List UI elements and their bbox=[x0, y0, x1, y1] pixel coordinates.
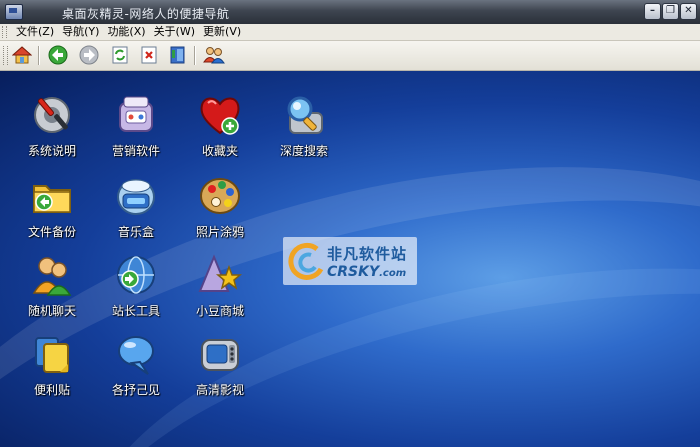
restore-button[interactable]: ❐ bbox=[662, 3, 679, 20]
watermark-logo: 非凡软件站 CRSKY.com bbox=[283, 237, 417, 285]
menu-grip-handle[interactable] bbox=[2, 26, 7, 38]
app-label: 高清影视 bbox=[195, 383, 244, 397]
app-photo-doodle[interactable]: 照片涂鸦 bbox=[177, 174, 263, 244]
close-button[interactable]: ✕ bbox=[680, 3, 697, 20]
app-label: 便利贴 bbox=[33, 383, 70, 397]
app-label: 收藏夹 bbox=[201, 144, 238, 158]
app-label: 音乐盒 bbox=[117, 225, 154, 239]
refresh-button[interactable] bbox=[108, 44, 131, 66]
app-label: 照片涂鸦 bbox=[195, 225, 244, 239]
globe-icon bbox=[114, 253, 158, 297]
music-icon bbox=[114, 174, 158, 218]
toolbar bbox=[0, 41, 700, 71]
back-button[interactable] bbox=[46, 44, 69, 66]
menu-file[interactable]: 文件(Z) bbox=[12, 25, 58, 39]
desktop-area: 非凡软件站 CRSKY.com 系统说明 营销软件 收藏夹 深度搜索 文件备份 … bbox=[0, 71, 700, 447]
app-label: 站长工具 bbox=[111, 304, 160, 318]
app-random-chat[interactable]: 随机聊天 bbox=[9, 253, 95, 323]
users-icon bbox=[202, 47, 225, 64]
window-title: 桌面灰精灵-网络人的便捷导航 bbox=[62, 7, 230, 21]
app-label: 随机聊天 bbox=[27, 304, 76, 318]
app-opinions[interactable]: 各抒己见 bbox=[93, 332, 179, 402]
app-music-box[interactable]: 音乐盒 bbox=[93, 174, 179, 244]
toolbar-separator bbox=[38, 46, 40, 65]
delete-icon bbox=[141, 46, 156, 64]
app-label: 各抒己见 bbox=[111, 383, 160, 397]
star-cone-icon bbox=[198, 253, 243, 297]
book-icon bbox=[170, 46, 184, 64]
app-label: 文件备份 bbox=[27, 225, 76, 239]
palette-icon bbox=[198, 174, 242, 218]
toolbar-grip-handle[interactable] bbox=[3, 46, 8, 65]
title-bar[interactable]: 桌面灰精灵-网络人的便捷导航 – ❐ ✕ bbox=[0, 0, 700, 25]
app-label: 系统说明 bbox=[27, 144, 76, 158]
watermark-text-cn: 非凡软件站 bbox=[327, 245, 408, 263]
app-favorites[interactable]: 收藏夹 bbox=[177, 93, 263, 163]
app-system-guide[interactable]: 系统说明 bbox=[9, 93, 95, 163]
wrench-icon bbox=[30, 93, 74, 137]
folder-icon bbox=[30, 174, 74, 218]
toolbar-separator bbox=[194, 46, 196, 65]
app-hd-video[interactable]: 高清影视 bbox=[177, 332, 263, 402]
book-button[interactable] bbox=[166, 44, 189, 66]
minimize-button[interactable]: – bbox=[644, 3, 661, 20]
forward-button[interactable] bbox=[77, 44, 100, 66]
app-label: 深度搜索 bbox=[279, 144, 328, 158]
menu-bar: 文件(Z) 导航(Y) 功能(X) 关于(W) 更新(V) bbox=[0, 24, 700, 41]
window-controls: – ❐ ✕ bbox=[644, 3, 697, 20]
speech-bubble-icon bbox=[114, 332, 158, 376]
app-window: 桌面灰精灵-网络人的便捷导航 – ❐ ✕ 文件(Z) 导航(Y) 功能(X) 关… bbox=[0, 0, 700, 447]
search-icon bbox=[282, 93, 326, 137]
swirl-logo-icon bbox=[288, 242, 324, 280]
delete-button[interactable] bbox=[137, 44, 160, 66]
menu-update[interactable]: 更新(V) bbox=[199, 25, 245, 39]
back-arrow-icon bbox=[48, 45, 67, 65]
window-app-icon[interactable] bbox=[5, 4, 23, 20]
chat-people-icon bbox=[30, 253, 74, 297]
app-marketing-software[interactable]: 营销软件 bbox=[93, 93, 179, 163]
app-label: 小豆商城 bbox=[195, 304, 244, 318]
app-sticky-notes[interactable]: 便利贴 bbox=[9, 332, 95, 402]
heart-icon bbox=[198, 93, 242, 137]
menu-functions[interactable]: 功能(X) bbox=[103, 25, 149, 39]
refresh-icon bbox=[112, 46, 127, 64]
watermark-text-en: CRSKY.com bbox=[327, 264, 407, 280]
tv-icon bbox=[198, 332, 242, 376]
menu-navigate[interactable]: 导航(Y) bbox=[58, 25, 103, 39]
home-icon bbox=[11, 46, 32, 64]
app-deep-search[interactable]: 深度搜索 bbox=[261, 93, 347, 163]
app-label: 营销软件 bbox=[111, 144, 160, 158]
users-button[interactable] bbox=[202, 44, 225, 66]
menu-about[interactable]: 关于(W) bbox=[150, 25, 199, 39]
note-icon bbox=[30, 332, 74, 376]
app-xiaodou-mall[interactable]: 小豆商城 bbox=[177, 253, 263, 323]
app-webmaster-tools[interactable]: 站长工具 bbox=[93, 253, 179, 323]
home-button[interactable] bbox=[10, 44, 33, 66]
forward-arrow-icon bbox=[79, 45, 98, 65]
app-file-backup[interactable]: 文件备份 bbox=[9, 174, 95, 244]
market-icon bbox=[114, 93, 158, 137]
